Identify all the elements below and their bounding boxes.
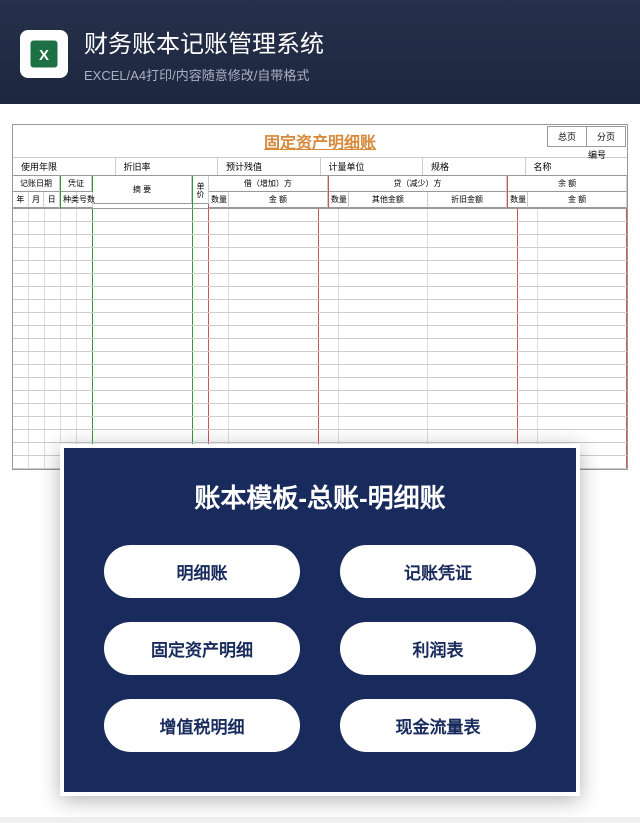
table-row [13,339,627,352]
app-header: X 财务账本记账管理系统 EXCEL/A4打印/内容随意修改/自带格式 [0,0,640,104]
template-menu-overlay: 账本模板-总账-明细账 明细账 记账凭证 固定资产明细 利润表 增值税明细 现金… [60,444,580,796]
table-row [13,378,627,391]
total-page-label: 总页 [548,127,587,146]
btn-fixed-asset[interactable]: 固定资产明细 [104,622,300,675]
page-indicator: 总页 分页 [547,126,626,147]
btn-vat[interactable]: 增值税明细 [104,699,300,752]
sub-page-label: 分页 [587,127,625,146]
hdr-amt-3: 金 额 [528,192,627,208]
hdr-other-amt: 其他金额 [349,192,428,208]
table-row [13,248,627,261]
table-row [13,287,627,300]
btn-cashflow[interactable]: 现金流量表 [340,699,536,752]
table-row [13,365,627,378]
doc-number-label: 编号 [568,146,626,163]
overlay-title: 账本模板-总账-明细账 [104,478,536,515]
table-row [13,430,627,443]
hdr-type: 种类 [61,192,77,208]
hdr-num: 号数 [77,192,93,208]
table-row [13,235,627,248]
page-subtitle: EXCEL/A4打印/内容随意修改/自带格式 [84,65,324,84]
content-area: 总页 分页 编号 固定资产明细账 使用年限 折旧率 预计残值 计量单位 规格 名… [0,104,640,817]
meta-spec: 规格 [423,158,526,175]
table-row [13,222,627,235]
hdr-price: 单价 [193,176,209,204]
table-row [13,274,627,287]
meta-unit: 计量单位 [321,158,424,175]
hdr-qty-2: 数量 [329,192,349,208]
table-row [13,417,627,430]
ledger-body [13,208,627,469]
hdr-day: 日 [44,192,60,208]
meta-residual: 预计残值 [218,158,321,175]
hdr-qty-3: 数量 [508,192,528,208]
table-row [13,261,627,274]
ledger-title: 固定资产明细账 [13,125,627,157]
hdr-depr-amt: 折旧金额 [428,192,507,208]
hdr-summary: 摘 要 [93,176,192,204]
excel-icon: X [20,30,68,78]
meta-depr-rate: 折旧率 [116,158,219,175]
table-row [13,352,627,365]
table-row [13,313,627,326]
button-grid: 明细账 记账凭证 固定资产明细 利润表 增值税明细 现金流量表 [104,545,536,752]
hdr-credit: 贷（减少）方 [329,176,507,192]
svg-text:X: X [39,47,49,64]
hdr-date: 记账日期 [13,176,60,192]
hdr-voucher: 凭证 [61,176,92,192]
btn-voucher[interactable]: 记账凭证 [340,545,536,598]
hdr-amt-1: 金 额 [229,192,328,208]
hdr-year: 年 [13,192,29,208]
hdr-month: 月 [29,192,45,208]
page-title: 财务账本记账管理系统 [84,24,324,59]
table-row [13,391,627,404]
table-row [13,404,627,417]
meta-usage-years: 使用年限 [13,158,116,175]
table-row [13,209,627,222]
hdr-qty-1: 数量 [209,192,229,208]
table-row [13,300,627,313]
btn-profit[interactable]: 利润表 [340,622,536,675]
hdr-debit: 借（增加）方 [209,176,328,192]
table-row [13,326,627,339]
ledger-header: 记账日期 年 月 日 凭证 种类 号数 摘 要 单价 [13,175,627,208]
ledger-sheet: 固定资产明细账 使用年限 折旧率 预计残值 计量单位 规格 名称 记账日期 年 … [12,124,628,470]
hdr-balance: 余 额 [508,176,627,192]
btn-detail-ledger[interactable]: 明细账 [104,545,300,598]
